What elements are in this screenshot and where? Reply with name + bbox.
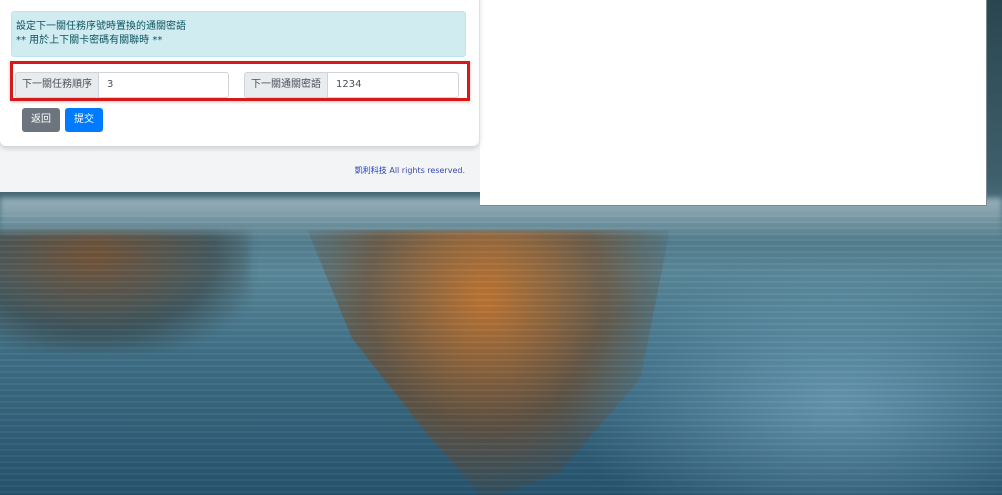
footer-copyright: 凱利科技 All rights reserved. [355, 165, 465, 176]
next-task-order-label: 下一關任務順序 [15, 72, 98, 98]
blank-panel [480, 0, 987, 206]
alert-line-2: ** 用於上下關卡密碼有關聯時 ** [16, 35, 163, 46]
back-button[interactable]: 返回 [22, 108, 60, 132]
page-area: 設定下一關任務序號時置換的通關密語 ** 用於上下關卡密碼有關聯時 ** 下一關… [0, 0, 480, 192]
next-pass-phrase-group: 下一關通關密語 1234 [244, 72, 467, 98]
next-pass-phrase-label: 下一關通關密語 [244, 72, 327, 98]
footer-brand-link[interactable]: 凱利科技 [355, 166, 387, 175]
next-task-order-input[interactable]: 3 [98, 72, 229, 98]
next-task-order-group: 下一關任務順序 3 [15, 72, 237, 98]
form-row: 下一關任務順序 3 下一關通關密語 1234 [15, 72, 467, 98]
info-alert: 設定下一關任務序號時置換的通關密語 ** 用於上下關卡密碼有關聯時 ** [11, 11, 466, 57]
submit-button[interactable]: 提交 [65, 108, 103, 132]
alert-line-1: 設定下一關任務序號時置換的通關密語 [16, 21, 186, 32]
next-pass-phrase-input[interactable]: 1234 [327, 72, 459, 98]
form-card: 設定下一關任務序號時置換的通關密語 ** 用於上下關卡密碼有關聯時 ** 下一關… [0, 0, 479, 146]
footer-rights-text: All rights reserved. [386, 166, 465, 175]
